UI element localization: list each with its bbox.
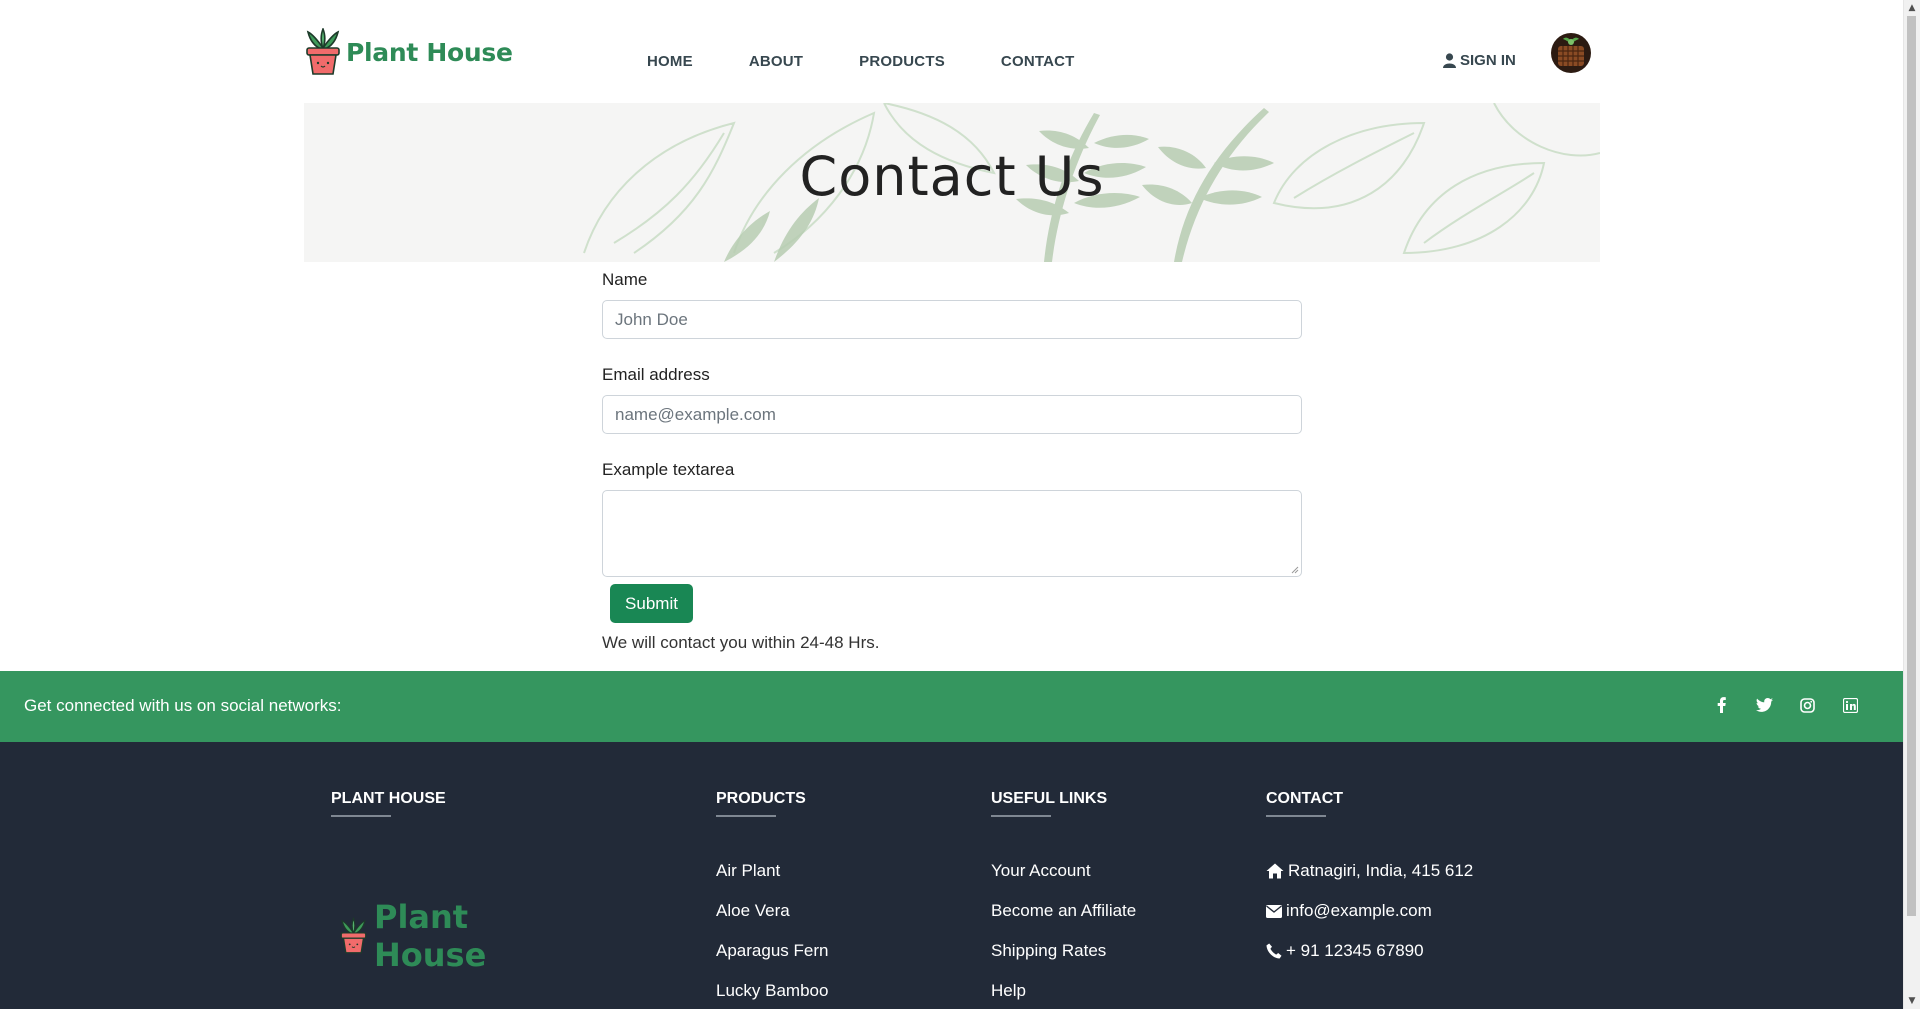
nav-home[interactable]: HOME: [647, 53, 693, 70]
hero-banner: Contact Us: [304, 103, 1600, 262]
footer-product-link[interactable]: Aloe Vera: [716, 891, 828, 931]
footer-product-link[interactable]: Aparagus Fern: [716, 931, 828, 971]
scroll-down-arrow-icon[interactable]: ▼: [1904, 993, 1920, 1009]
footer-logo-text: Plant House: [373, 898, 487, 974]
heading-underline: [991, 815, 1051, 817]
resize-grip-icon[interactable]: [1291, 566, 1299, 574]
heading-underline: [331, 815, 391, 817]
nav-about[interactable]: ABOUT: [749, 53, 803, 70]
brand-name: Plant House: [346, 37, 513, 67]
phone-text: + 91 12345 67890: [1286, 941, 1424, 960]
social-text: Get connected with us on social networks…: [24, 696, 342, 715]
linkedin-icon[interactable]: [1841, 696, 1859, 714]
footer-contact-heading: CONTACT: [1266, 790, 1344, 807]
plant-pot-logo-icon: [306, 28, 340, 75]
name-label: Name: [602, 270, 648, 289]
site-footer: PLANT HOUSE Plant House PRODUCTS Air Pla…: [0, 742, 1904, 1009]
footer-links-column: USEFUL LINKS Your Account Become an Affi…: [991, 790, 1136, 1009]
phone-icon: [1266, 943, 1282, 959]
nav-products[interactable]: PRODUCTS: [859, 53, 945, 70]
footer-address: Ratnagiri, India, 415 612: [1266, 851, 1473, 891]
footer-product-link[interactable]: Lucky Bamboo: [716, 971, 828, 1009]
nav-contact[interactable]: CONTACT: [1001, 53, 1075, 70]
email-input[interactable]: name@example.com: [602, 395, 1302, 434]
footer-brand-column: PLANT HOUSE Plant House: [331, 790, 486, 974]
submit-button[interactable]: Submit: [610, 584, 693, 623]
name-input[interactable]: John Doe: [602, 300, 1302, 339]
page: Plant House HOME ABOUT PRODUCTS CONTACT …: [0, 0, 1904, 1009]
plant-pot-logo-icon: [340, 916, 367, 954]
footer-phone[interactable]: + 91 12345 67890: [1266, 931, 1473, 971]
page-title: Contact Us: [799, 145, 1105, 208]
footer-brand-heading: PLANT HOUSE: [331, 790, 446, 807]
envelope-icon: [1266, 904, 1282, 918]
footer-useful-link[interactable]: Become an Affiliate: [991, 891, 1136, 931]
footer-products-column: PRODUCTS Air Plant Aloe Vera Aparagus Fe…: [716, 790, 828, 1009]
message-textarea[interactable]: [602, 490, 1302, 577]
footer-useful-link[interactable]: Shipping Rates: [991, 931, 1136, 971]
heading-underline: [1266, 815, 1326, 817]
footer-products-heading: PRODUCTS: [716, 790, 806, 807]
contact-form: Name John Doe Email address name@example…: [602, 270, 1302, 652]
footer-contact-column: CONTACT Ratnagiri, India, 415 612 info@e…: [1266, 790, 1473, 971]
response-time-note: We will contact you within 24-48 Hrs.: [602, 633, 880, 652]
cart-basket-icon[interactable]: [1550, 32, 1592, 74]
twitter-icon[interactable]: [1755, 696, 1773, 714]
vertical-scrollbar[interactable]: ▲ ▼: [1903, 0, 1920, 1009]
email-text: info@example.com: [1286, 901, 1432, 920]
brand-link[interactable]: Plant House: [304, 28, 513, 76]
address-text: Ratnagiri, India, 415 612: [1288, 861, 1474, 880]
footer-links-heading: USEFUL LINKS: [991, 790, 1108, 807]
footer-logo[interactable]: Plant House: [339, 898, 505, 974]
footer-email[interactable]: info@example.com: [1266, 891, 1473, 931]
footer-useful-link[interactable]: Help: [991, 971, 1136, 1009]
site-header: Plant House HOME ABOUT PRODUCTS CONTACT …: [304, 24, 1600, 102]
sign-in-label: SIGN IN: [1460, 52, 1516, 69]
footer-useful-link[interactable]: Your Account: [991, 851, 1136, 891]
sign-in-link[interactable]: SIGN IN: [1443, 52, 1516, 69]
scroll-up-arrow-icon[interactable]: ▲: [1904, 0, 1920, 16]
instagram-icon[interactable]: [1798, 696, 1816, 714]
textarea-label: Example textarea: [602, 460, 735, 479]
scrollbar-thumb[interactable]: [1907, 16, 1916, 916]
main-nav: HOME ABOUT PRODUCTS CONTACT: [647, 53, 1131, 70]
social-bar: Get connected with us on social networks…: [0, 671, 1904, 742]
email-placeholder: name@example.com: [615, 404, 776, 424]
email-label: Email address: [602, 365, 710, 384]
social-icons: [1712, 696, 1884, 714]
footer-product-link[interactable]: Air Plant: [716, 851, 828, 891]
facebook-icon[interactable]: [1712, 696, 1730, 714]
name-placeholder: John Doe: [615, 309, 688, 329]
home-icon: [1266, 863, 1284, 879]
user-icon: [1443, 53, 1456, 68]
heading-underline: [716, 815, 776, 817]
